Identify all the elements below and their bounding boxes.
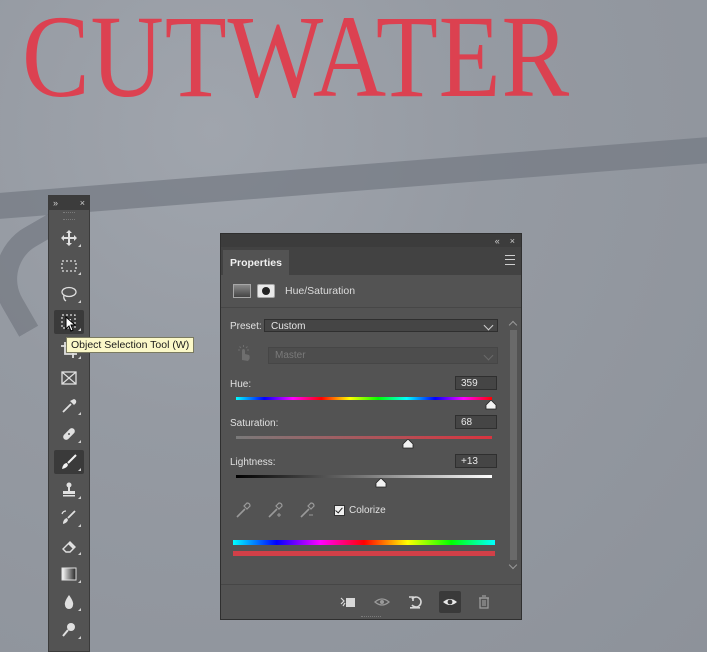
preset-label: Preset: [230, 321, 262, 332]
frame-tool[interactable] [54, 366, 84, 390]
history-brush-icon [61, 510, 76, 524]
close-icon[interactable]: × [510, 236, 515, 246]
tool-tooltip: Object Selection Tool (W) [66, 337, 195, 353]
eyedropper-plus-icon[interactable] [266, 501, 284, 519]
adjustment-title: Hue/Saturation [285, 285, 356, 297]
reset-icon [409, 596, 422, 609]
input-color-bar [233, 540, 495, 545]
properties-panel: « × Properties Hue/Saturation Preset: Cu… [220, 233, 522, 620]
frame-icon [61, 371, 77, 385]
clip-to-layer-icon [340, 597, 355, 607]
panel-tabbar: Properties [221, 247, 521, 275]
mouse-cursor-icon [65, 316, 77, 332]
move-icon [61, 230, 77, 246]
scroll-track[interactable] [510, 330, 517, 560]
eraser-icon [62, 541, 76, 553]
move-tool[interactable] [54, 226, 84, 250]
lightness-slider-track[interactable] [236, 475, 492, 478]
reset-button[interactable] [405, 591, 427, 613]
brush-icon [62, 454, 77, 469]
eye-icon [443, 599, 457, 605]
colorize-checkbox[interactable] [334, 505, 345, 516]
stamp-icon [63, 482, 75, 497]
panel-resize-grip[interactable] [361, 616, 381, 620]
trash-icon [479, 595, 489, 609]
collapse-icon[interactable]: « [495, 236, 500, 246]
healing-brush-tool[interactable] [54, 422, 84, 446]
panel-footer [221, 584, 521, 619]
preset-select[interactable]: Custom [264, 319, 498, 332]
lightness-input[interactable]: +13 [455, 454, 497, 468]
blur-tool[interactable] [54, 590, 84, 614]
lasso-icon [61, 286, 77, 302]
targeted-adjustment-icon[interactable] [235, 344, 253, 362]
output-color-bar [233, 551, 495, 556]
tools-panel-header: » × [49, 196, 89, 210]
hue-saturation-icon[interactable] [233, 284, 251, 298]
panel-menu-icon[interactable] [505, 255, 515, 265]
bandage-icon [63, 428, 75, 440]
dodge-tool[interactable] [54, 618, 84, 642]
lightness-label: Lightness: [230, 457, 276, 468]
gradient-tool[interactable] [54, 562, 84, 586]
saturation-input[interactable]: 68 [455, 415, 497, 429]
canvas-text: CUTWATER [22, 0, 571, 122]
dodge-icon [62, 623, 75, 637]
lasso-tool[interactable] [54, 282, 84, 306]
drop-icon [64, 595, 74, 609]
tab-properties[interactable]: Properties [223, 250, 289, 275]
history-brush-tool[interactable] [54, 506, 84, 530]
chevron-down-icon [483, 320, 494, 331]
eraser-tool[interactable] [54, 534, 84, 558]
canvas-rail-shape [0, 131, 707, 222]
properties-panel-header: « × [221, 234, 521, 247]
eyedropper-minus-icon[interactable] [298, 501, 316, 519]
eyedropper-icon[interactable] [234, 501, 252, 519]
view-previous-button[interactable] [371, 591, 393, 613]
saturation-label: Saturation: [230, 418, 279, 429]
close-icon[interactable]: × [80, 198, 85, 208]
gradient-icon [61, 567, 77, 581]
panel-scrollbar[interactable] [508, 320, 518, 570]
channel-select[interactable]: Master [268, 347, 498, 364]
hue-input[interactable]: 359 [455, 376, 497, 390]
preset-value: Custom [271, 321, 306, 332]
saturation-slider-track[interactable] [236, 436, 492, 439]
clone-stamp-tool[interactable] [54, 478, 84, 502]
scroll-up-icon[interactable] [508, 320, 518, 330]
scroll-down-icon[interactable] [508, 560, 518, 570]
brush-tool[interactable] [54, 450, 84, 474]
eye-previous-icon [374, 598, 390, 606]
channel-value: Master [275, 350, 306, 361]
rect-marquee-icon [61, 260, 77, 272]
hue-label: Hue: [230, 379, 252, 390]
collapse-icon[interactable]: » [53, 198, 58, 208]
hue-slider-track[interactable] [236, 397, 492, 400]
colorize-label: Colorize [349, 505, 386, 516]
chevron-down-icon [483, 350, 494, 361]
clip-to-layer-button[interactable] [337, 591, 359, 613]
delete-layer-button[interactable] [473, 591, 495, 613]
toggle-visibility-button[interactable] [439, 591, 461, 613]
layer-mask-icon[interactable] [257, 284, 275, 298]
eyedropper-tool[interactable] [54, 394, 84, 418]
adjustment-header: Hue/Saturation [221, 275, 521, 308]
tools-panel-grip[interactable] [63, 212, 75, 220]
tools-panel: » × [48, 195, 90, 652]
marquee-tool[interactable] [54, 254, 84, 278]
eyedropper-icon [62, 399, 77, 413]
